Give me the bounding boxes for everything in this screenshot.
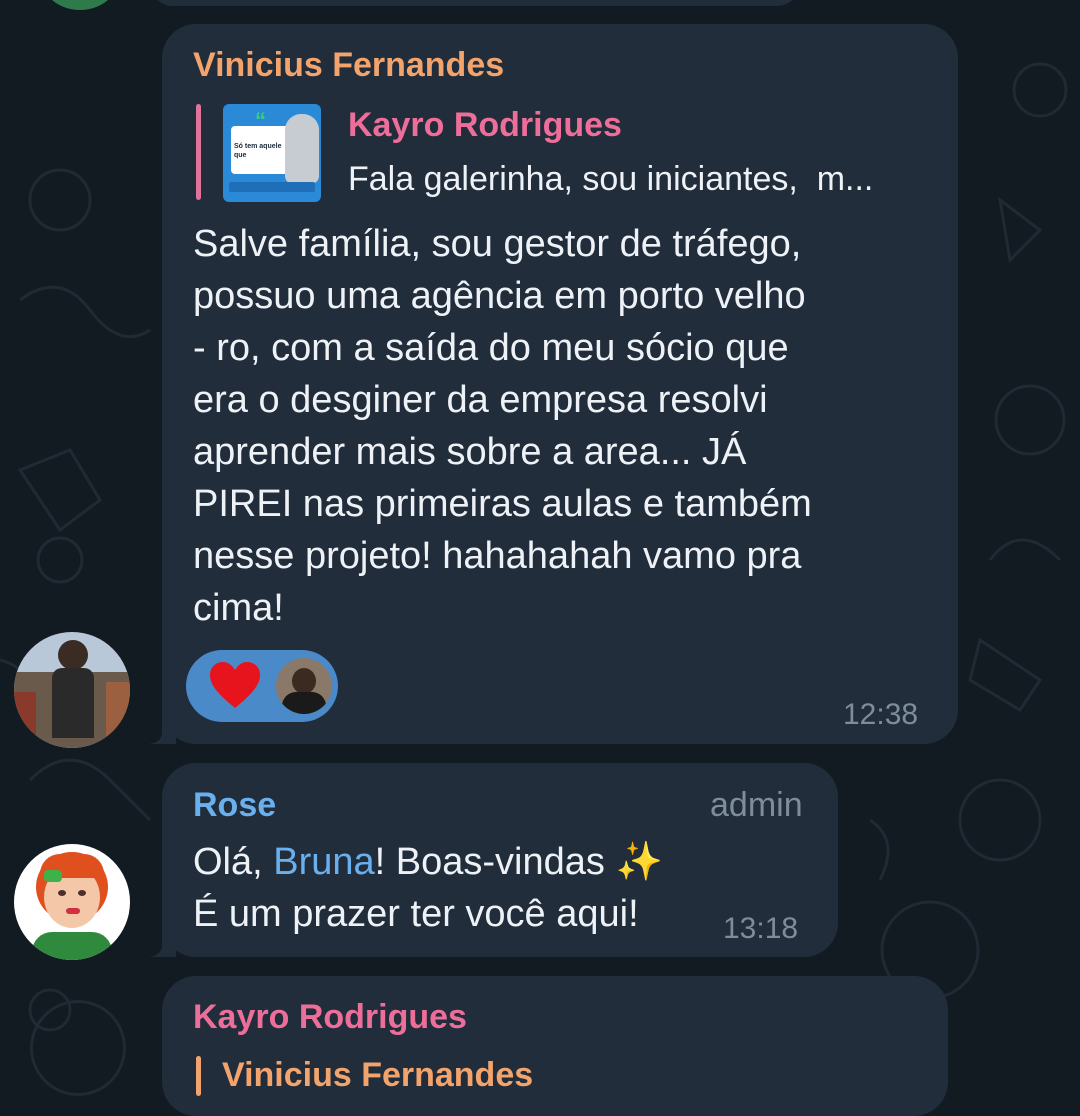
admin-badge: admin <box>710 786 803 824</box>
message-text: Olá, Bruna! Boas-vindas ✨ É um prazer te… <box>193 836 813 940</box>
avatar-partial-bottom <box>30 1000 126 1096</box>
reaction-pill[interactable] <box>186 650 338 722</box>
sender-name[interactable]: Kayro Rodrigues <box>193 998 467 1037</box>
message-line: nesse projeto! hahahahah vamo pra <box>193 535 802 577</box>
reply-author: Vinicius Fernandes <box>222 1056 534 1094</box>
avatar-rose[interactable] <box>14 844 130 960</box>
message-text: Salve família, sou gestor de tráfego, po… <box>193 218 943 634</box>
message-line: PIREI nas primeiras aulas e também <box>193 483 812 525</box>
message-line: cima! <box>193 587 284 629</box>
mention-link[interactable]: Bruna <box>273 841 374 883</box>
thumb-text: Só tem aquele que <box>234 143 282 159</box>
greeting-suffix: ! Boas-vindas ✨ <box>374 841 663 883</box>
reactor-avatar <box>276 658 332 714</box>
message-line: Olá, Bruna! Boas-vindas ✨ <box>193 836 813 888</box>
reply-thumbnail: “ Só tem aquele que <box>223 104 321 202</box>
bubble-tail-1 <box>146 712 176 744</box>
greeting-prefix: Olá, <box>193 841 274 883</box>
message-line: era o desginer da empresa resolvi <box>193 379 768 421</box>
message-time: 13:18 <box>723 912 799 945</box>
message-line: É um prazer ter você aqui! <box>193 893 639 935</box>
reply-author: Kayro Rodrigues <box>348 106 622 144</box>
sender-name[interactable]: Vinicius Fernandes <box>193 46 504 85</box>
message-time: 12:38 <box>843 698 919 731</box>
message-bubble-kayro[interactable] <box>162 976 948 1116</box>
reply-preview[interactable]: “ Só tem aquele que Kayro Rodrigues Fala… <box>193 100 943 204</box>
message-line: aprender mais sobre a area... JÁ <box>193 431 747 473</box>
bubble-tail-2 <box>146 925 176 957</box>
thumb-quote-icon: “ <box>255 108 266 133</box>
sender-name[interactable]: Rose <box>193 786 276 825</box>
reply-bar <box>196 104 201 200</box>
message-line: Salve família, sou gestor de tráfego, <box>193 223 802 265</box>
reply-preview-text: Fala galerinha, sou iniciantes, m... <box>348 160 874 198</box>
heart-icon <box>208 660 262 712</box>
message-line: - ro, com a saída do meu sócio que <box>193 327 789 369</box>
avatar-vinicius[interactable] <box>14 632 130 748</box>
reply-bar <box>196 1056 201 1096</box>
previous-bubble-edge <box>150 0 800 6</box>
thumb-statue <box>285 114 319 184</box>
message-line: possuo uma agência em porto velho <box>193 275 806 317</box>
